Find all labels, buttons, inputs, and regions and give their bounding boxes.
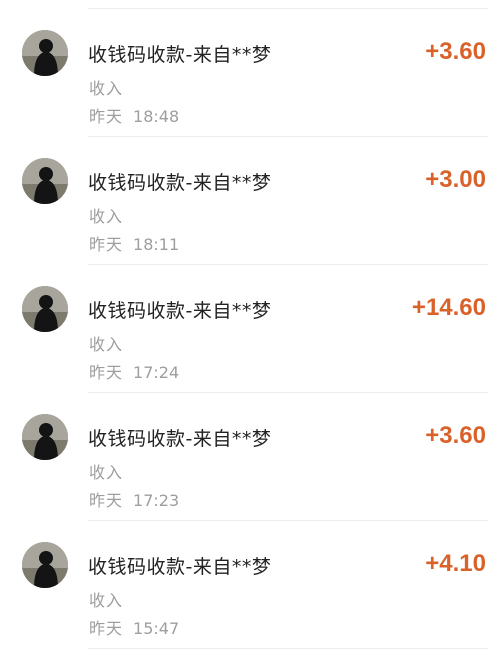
- transaction-clock: 18:48: [133, 107, 180, 126]
- transaction-title: 收钱码收款-来自**梦: [88, 556, 272, 578]
- user-avatar-icon: [22, 542, 68, 588]
- transaction-amount: +3.60: [425, 422, 486, 449]
- transaction-clock: 17:23: [133, 491, 180, 510]
- transaction-type: 收入: [89, 591, 124, 610]
- transaction-clock: 17:24: [133, 363, 180, 382]
- transaction-time: 昨天 17:23: [89, 487, 179, 511]
- transaction-row[interactable]: 收钱码收款-来自**梦 收入 昨天 17:24 +14.60: [0, 264, 500, 392]
- transaction-time: 昨天 15:47: [89, 615, 179, 639]
- transaction-amount: +3.60: [425, 38, 486, 65]
- transaction-title: 收钱码收款-来自**梦: [88, 172, 272, 194]
- transaction-title: 收钱码收款-来自**梦: [88, 44, 272, 66]
- transaction-time: 昨天 18:11: [89, 231, 179, 255]
- transaction-amount: +14.60: [411, 294, 486, 321]
- transaction-clock: 15:47: [133, 619, 180, 638]
- user-avatar-icon: [22, 414, 68, 460]
- transaction-day: 昨天: [89, 235, 124, 254]
- transaction-clock: 18:11: [133, 235, 180, 254]
- transaction-type: 收入: [89, 79, 124, 98]
- transaction-day: 昨天: [89, 619, 124, 638]
- user-avatar-icon: [22, 286, 68, 332]
- transaction-row[interactable]: 收钱码收款-来自**梦 收入 昨天 17:23 +3.60: [0, 392, 500, 520]
- transaction-list: 收钱码收款-来自**梦 收入 昨天 18:48 +3.60 收钱码收款-来自**梦…: [0, 0, 500, 654]
- transaction-row[interactable]: 收钱码收款-来自**梦 收入 昨天 18:11 +3.00: [0, 136, 500, 264]
- transaction-time: 昨天 17:24: [89, 359, 179, 383]
- transaction-time: 昨天 18:48: [89, 103, 179, 127]
- transaction-amount: +3.00: [425, 166, 486, 193]
- transaction-type: 收入: [89, 335, 124, 354]
- transaction-day: 昨天: [89, 107, 124, 126]
- transaction-amount: +4.10: [425, 550, 486, 577]
- transaction-row[interactable]: 收钱码收款-来自**梦 收入 昨天 18:48 +3.60: [0, 8, 500, 136]
- transaction-row[interactable]: 收钱码收款-来自**梦 收入 昨天 15:47 +4.10: [0, 520, 500, 648]
- transaction-day: 昨天: [89, 491, 124, 510]
- transaction-day: 昨天: [89, 363, 124, 382]
- transaction-title: 收钱码收款-来自**梦: [88, 428, 272, 450]
- transaction-type: 收入: [89, 463, 124, 482]
- divider: [88, 648, 488, 649]
- transaction-type: 收入: [89, 207, 124, 226]
- user-avatar-icon: [22, 30, 68, 76]
- transaction-title: 收钱码收款-来自**梦: [88, 300, 272, 322]
- user-avatar-icon: [22, 158, 68, 204]
